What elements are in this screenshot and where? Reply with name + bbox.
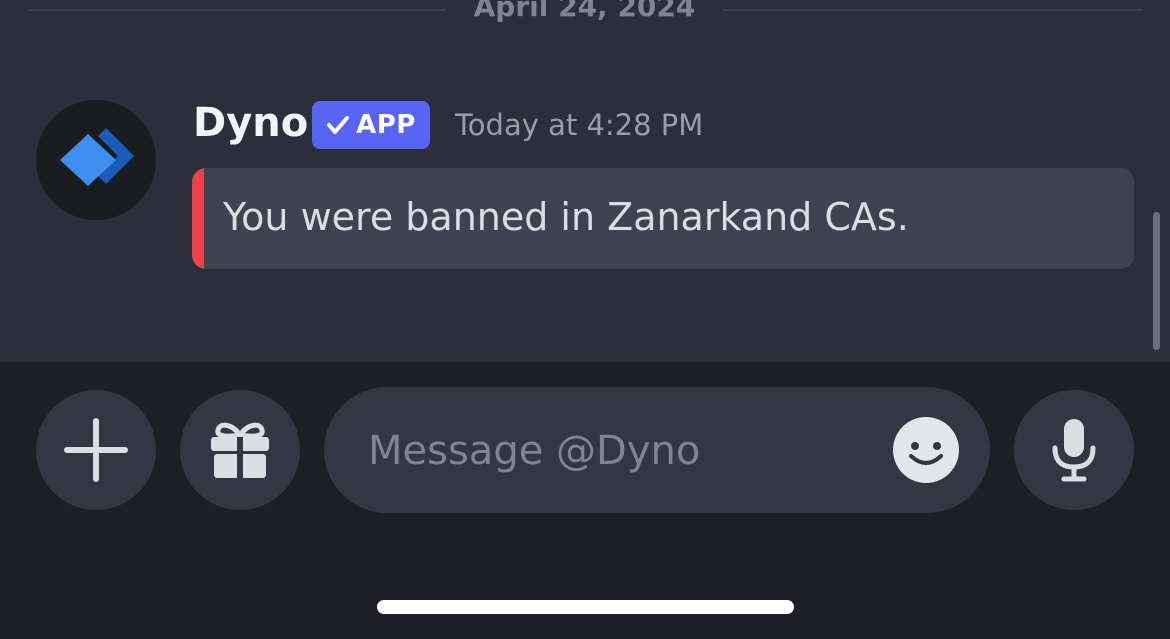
message-timestamp: Today at 4:28 PM (455, 108, 704, 142)
avatar[interactable] (36, 100, 156, 220)
date-divider: April 24, 2024 (0, 0, 1170, 24)
embed-description: You were banned in Zanarkand CAs. (223, 195, 909, 239)
message-composer: Message @Dyno (0, 362, 1170, 639)
author-name[interactable]: Dyno (193, 99, 308, 147)
date-divider-line-left (28, 9, 446, 11)
date-divider-line-right (723, 9, 1143, 11)
chat-messages-area[interactable]: April 24, 2024 Dyno APP Today at 4:28 PM… (0, 0, 1170, 362)
message-input-placeholder: Message @Dyno (368, 428, 701, 474)
microphone-icon (1052, 419, 1096, 482)
gift-nitro-button[interactable] (180, 390, 300, 510)
dyno-logo-icon (60, 128, 134, 186)
scrollbar[interactable] (1153, 212, 1160, 350)
message-embed[interactable]: You were banned in Zanarkand CAs. (192, 168, 1134, 269)
home-indicator[interactable] (377, 600, 794, 614)
checkmark-icon (327, 116, 350, 134)
date-divider-label: April 24, 2024 (473, 0, 696, 23)
app-badge-label: APP (356, 110, 416, 140)
plus-icon (64, 418, 128, 482)
app-badge: APP (312, 101, 430, 149)
gift-icon (211, 422, 269, 478)
add-attachment-button[interactable] (36, 390, 156, 510)
message-input[interactable]: Message @Dyno (324, 387, 990, 513)
smiley-face-icon[interactable] (891, 415, 961, 485)
voice-message-button[interactable] (1014, 390, 1134, 510)
embed-accent-bar (192, 168, 204, 269)
